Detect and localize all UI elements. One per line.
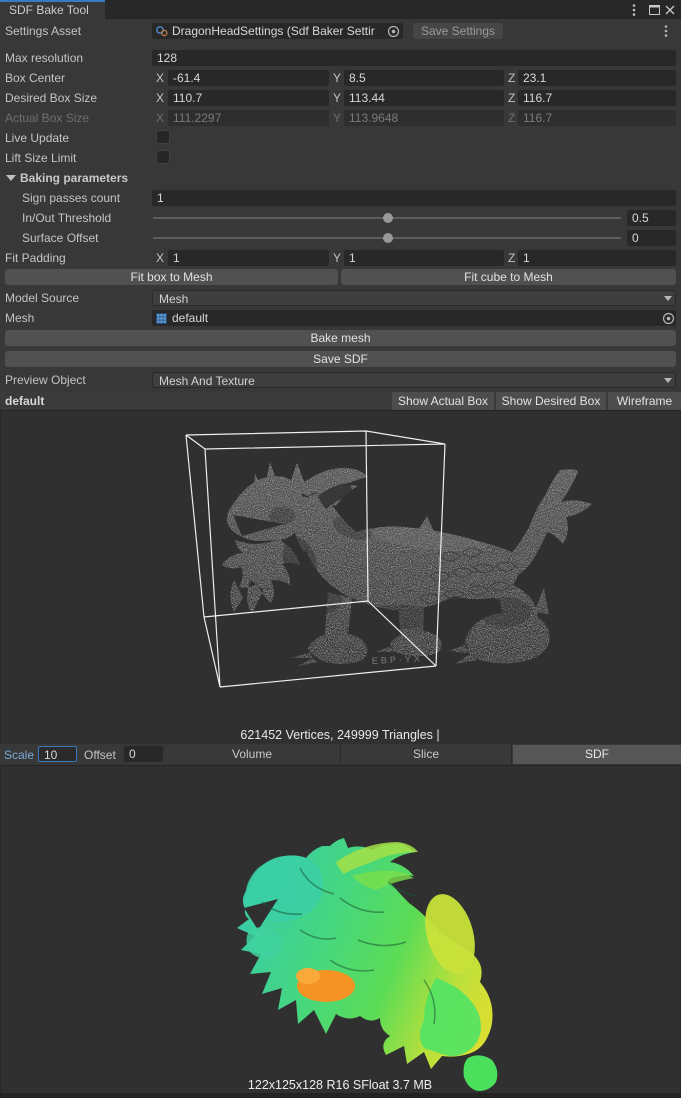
svg-text:621452 Vertices, 249999 Triang: 621452 Vertices, 249999 Triangles | <box>240 728 439 742</box>
svg-text:ΕΒΡ·ΥΧ: ΕΒΡ·ΥΧ <box>372 653 423 666</box>
svg-text:122x125x128 R16 SFloat 3.7 MB: 122x125x128 R16 SFloat 3.7 MB <box>248 1078 432 1092</box>
